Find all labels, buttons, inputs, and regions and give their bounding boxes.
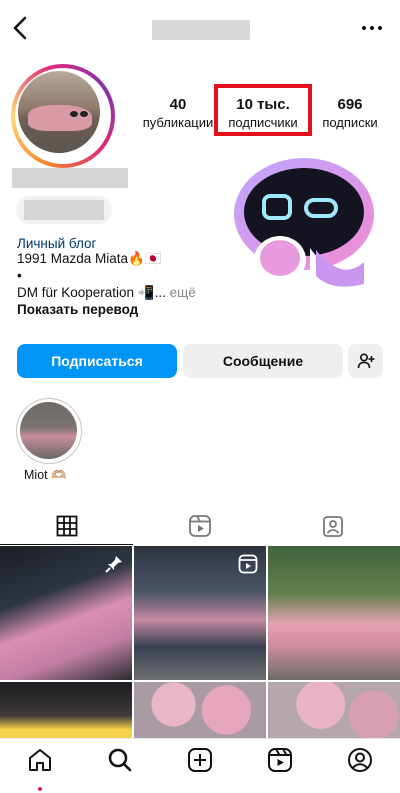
search-icon — [108, 748, 132, 772]
nav-home[interactable] — [20, 747, 60, 791]
following-count: 696 — [337, 96, 363, 113]
message-button[interactable]: Сообщение — [183, 344, 343, 378]
stat-following[interactable]: 696 подписки — [316, 96, 384, 131]
threads-badge-redacted[interactable] — [16, 196, 112, 224]
tab-posts-grid[interactable] — [0, 506, 133, 546]
bio-line-2-text: DM für Kooperation 📲... — [17, 285, 166, 300]
bottom-navigation — [0, 738, 400, 793]
profile-icon — [348, 748, 372, 772]
reels-icon — [188, 515, 211, 537]
nav-create[interactable] — [180, 747, 220, 777]
grid-icon — [56, 515, 77, 537]
reels-icon — [268, 748, 292, 772]
follow-button[interactable]: Подписаться — [17, 344, 177, 378]
create-icon — [188, 748, 212, 772]
nav-reels[interactable] — [260, 747, 300, 777]
robot-sticker — [228, 154, 380, 294]
pinned-icon — [105, 556, 122, 573]
top-bar — [0, 0, 400, 56]
bio-bullet: • — [17, 268, 22, 283]
nav-profile[interactable] — [340, 747, 380, 777]
post-thumbnail[interactable] — [0, 682, 132, 738]
notification-dot — [38, 787, 42, 791]
bio-line-2: DM für Kooperation 📲... ещё — [17, 284, 196, 301]
tab-reels[interactable] — [133, 506, 266, 546]
tab-tagged[interactable] — [266, 506, 399, 546]
bio-more-link[interactable]: ещё — [166, 285, 196, 300]
posts-label: публикации — [142, 115, 214, 130]
posts-grid — [0, 546, 400, 738]
avatar-photo — [18, 71, 100, 153]
profile-avatar[interactable] — [11, 64, 115, 168]
posts-count: 40 — [169, 96, 187, 113]
username-redacted — [152, 20, 250, 40]
stat-followers[interactable]: 10 тыс. подписчики — [214, 84, 312, 136]
post-thumbnail[interactable] — [0, 546, 132, 680]
followers-count: 10 тыс. — [236, 96, 290, 113]
bio-line-1: 1991 Mazda Miata🔥🇯🇵 — [17, 251, 162, 266]
nav-search[interactable] — [100, 747, 140, 777]
story-highlight-label: Miot 🫶🏼 — [24, 468, 67, 482]
suggested-users-button[interactable] — [348, 344, 383, 378]
post-thumbnail[interactable] — [268, 546, 400, 680]
post-thumbnail[interactable] — [134, 682, 266, 738]
stat-posts[interactable]: 40 публикации — [140, 96, 216, 131]
story-highlight[interactable] — [16, 398, 82, 464]
home-icon — [29, 749, 51, 771]
followers-label: подписчики — [228, 115, 298, 130]
tagged-icon — [322, 516, 343, 537]
add-user-icon — [357, 353, 374, 369]
profile-tabs — [0, 506, 400, 546]
show-translation-link[interactable]: Показать перевод — [17, 301, 138, 318]
post-thumbnail[interactable] — [268, 682, 400, 738]
reel-badge-icon — [238, 554, 258, 574]
back-chevron-icon[interactable] — [8, 14, 34, 42]
more-options-icon[interactable] — [358, 16, 386, 40]
following-label: подписки — [322, 115, 378, 130]
post-thumbnail[interactable] — [134, 546, 266, 680]
display-name-redacted — [12, 168, 128, 188]
